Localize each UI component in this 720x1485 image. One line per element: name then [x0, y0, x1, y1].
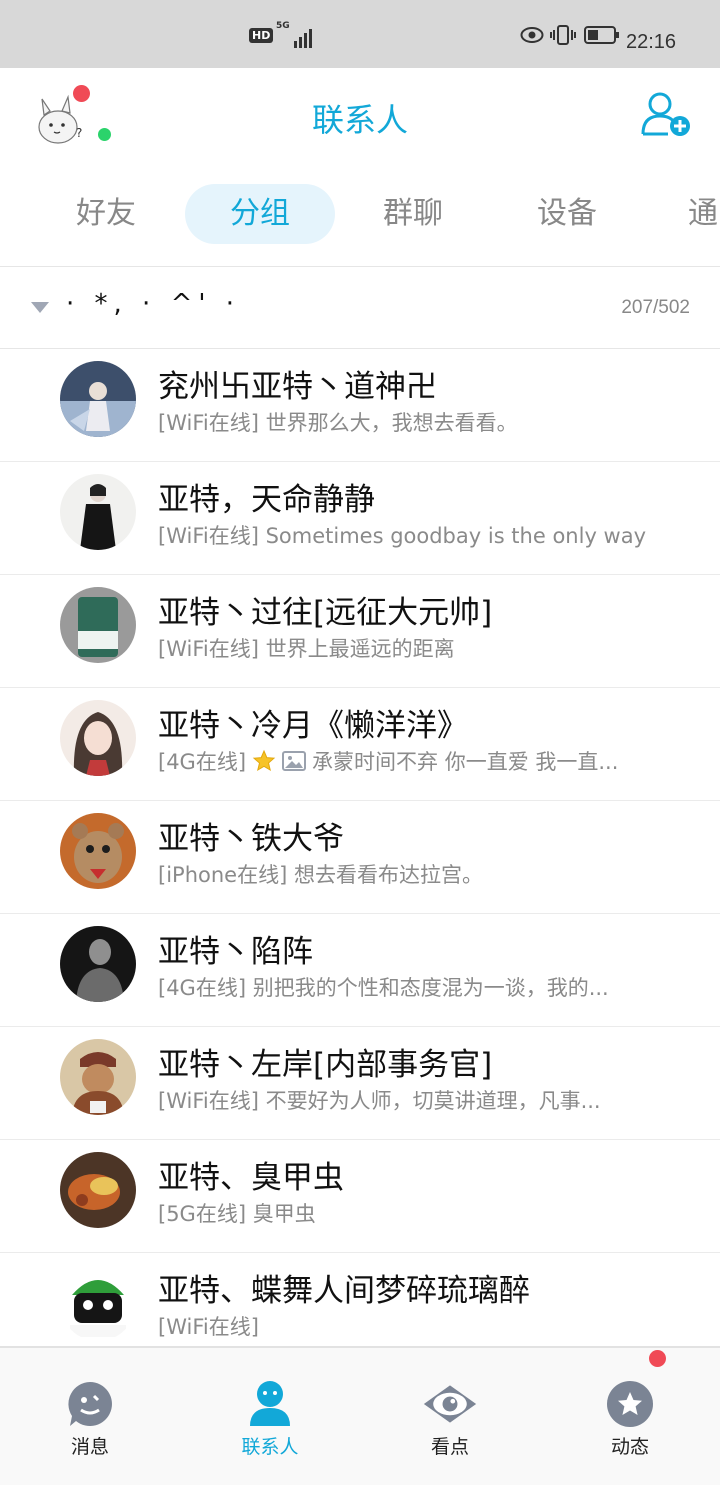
status-text: 承蒙时间不弃 你一直爱 我一直...	[312, 750, 619, 774]
contact-row[interactable]: 亚特丶铁大爷 [iPhone在线] 想去看看布达拉宫。	[0, 801, 720, 914]
nav-label: 看点	[430, 1436, 469, 1458]
battery-icon	[584, 22, 620, 48]
signal-icon: 5G	[276, 22, 312, 48]
moments-badge	[649, 1350, 666, 1367]
status-text: [WiFi在线] Sometimes goodbay is the only w…	[158, 524, 647, 548]
image-icon	[282, 750, 307, 772]
group-online-count: 207/502	[621, 297, 690, 318]
avatar[interactable]	[60, 361, 136, 437]
status-text: [WiFi在线] 世界上最遥远的距离	[158, 637, 455, 661]
contact-row[interactable]: 亚特丶过往[远征大元帅] [WiFi在线] 世界上最遥远的距离	[0, 575, 720, 688]
bottom-navigation: 消息 联系人 看点 动态	[0, 1346, 720, 1485]
vibrate-icon	[550, 22, 576, 48]
avatar[interactable]	[60, 1265, 136, 1341]
eye-icon	[423, 1380, 477, 1428]
contact-name: 亚特丶左岸[内部事务官]	[158, 1047, 493, 1083]
contact-name: 亚特、臭甲虫	[158, 1160, 344, 1196]
avatar[interactable]	[60, 926, 136, 1002]
status-prefix: [4G在线]	[158, 750, 247, 774]
contact-status: [4G在线] 别把我的个性和态度混为一谈，我的...	[158, 972, 688, 1002]
contact-row[interactable]: 兖州卐亚特丶道神卍 [WiFi在线] 世界那么大，我想去看看。	[0, 349, 720, 462]
contact-row[interactable]: 亚特丶冷月《懒洋洋》 [4G在线] 承蒙时间不弃 你一直爱 我一直...	[0, 688, 720, 801]
contact-row[interactable]: 亚特，天命静静 [WiFi在线] Sometimes goodbay is th…	[0, 462, 720, 575]
tab-more[interactable]: 通	[688, 184, 720, 244]
nav-moments[interactable]: 动态	[570, 1348, 690, 1485]
contact-status: [WiFi在线]	[158, 1311, 688, 1341]
contact-row[interactable]: 亚特丶左岸[内部事务官] [WiFi在线] 不要好为人师，切莫讲道理，凡事...	[0, 1027, 720, 1140]
tab-groups[interactable]: 分组	[185, 184, 335, 244]
clock: 22:16	[626, 30, 677, 53]
hd-icon: HD	[249, 22, 274, 48]
contact-status: [WiFi在线] Sometimes goodbay is the only w…	[158, 520, 688, 550]
contact-status: [WiFi在线] 不要好为人师，切莫讲道理，凡事...	[158, 1085, 688, 1115]
message-icon	[66, 1380, 114, 1428]
status-text: [WiFi在线]	[158, 1315, 259, 1339]
nav-label: 消息	[70, 1436, 109, 1458]
contacts-icon	[246, 1380, 294, 1428]
status-text: [4G在线] 别把我的个性和态度混为一谈，我的...	[158, 976, 609, 1000]
status-text: [iPhone在线] 想去看看布达拉宫。	[158, 863, 483, 887]
contact-name: 亚特，天命静静	[158, 482, 375, 518]
nav-contacts[interactable]: 联系人	[210, 1348, 330, 1485]
eye-comfort-icon	[520, 22, 544, 48]
contact-row[interactable]: 亚特丶陷阵 [4G在线] 别把我的个性和态度混为一谈，我的...	[0, 914, 720, 1027]
network-type: 5G	[276, 21, 290, 31]
status-text: [WiFi在线] 世界那么大，我想去看看。	[158, 411, 518, 435]
hd-badge: HD	[249, 27, 274, 43]
contact-name: 亚特丶铁大爷	[158, 821, 344, 857]
avatar[interactable]	[60, 700, 136, 776]
add-contact-icon[interactable]	[640, 90, 692, 138]
contact-tabs: 好友 分组 群聊 设备 通	[0, 180, 720, 250]
status-text: [5G在线] 臭甲虫	[158, 1202, 316, 1226]
contact-row[interactable]: 亚特、臭甲虫 [5G在线] 臭甲虫	[0, 1140, 720, 1253]
nav-label: 联系人	[241, 1436, 299, 1458]
contact-status: [WiFi在线] 世界上最遥远的距离	[158, 633, 688, 663]
avatar[interactable]	[60, 1039, 136, 1115]
status-bar: HD 5G 22:16	[0, 0, 720, 68]
nav-messages[interactable]: 消息	[30, 1348, 150, 1485]
contact-name: 亚特、蝶舞人间梦碎琉璃醉	[158, 1273, 530, 1309]
star-icon	[606, 1380, 654, 1428]
avatar[interactable]	[60, 474, 136, 550]
contact-name: 亚特丶陷阵	[158, 934, 313, 970]
contact-status: [5G在线] 臭甲虫	[158, 1198, 688, 1228]
nav-discover[interactable]: 看点	[390, 1348, 510, 1485]
status-text: [WiFi在线] 不要好为人师，切莫讲道理，凡事...	[158, 1089, 601, 1113]
avatar[interactable]	[60, 813, 136, 889]
collapse-triangle-icon[interactable]	[31, 302, 49, 313]
star-badge-icon	[252, 749, 276, 773]
contact-name: 亚特丶过往[远征大元帅]	[158, 595, 493, 631]
tab-friends[interactable]: 好友	[56, 184, 156, 244]
tab-group-chats[interactable]: 群聊	[363, 184, 463, 244]
avatar[interactable]	[60, 587, 136, 663]
tab-devices[interactable]: 设备	[517, 184, 617, 244]
nav-label: 动态	[610, 1436, 649, 1458]
contact-status: [iPhone在线] 想去看看布达拉宫。	[158, 859, 688, 889]
group-name: · *, · ^' ·	[66, 289, 241, 319]
contact-name: 兖州卐亚特丶道神卍	[158, 369, 437, 405]
contact-status: [WiFi在线] 世界那么大，我想去看看。	[158, 407, 688, 437]
group-header[interactable]: · *, · ^' · 207/502	[0, 267, 720, 349]
avatar[interactable]	[60, 1152, 136, 1228]
contact-status: [4G在线] 承蒙时间不弃 你一直爱 我一直...	[158, 746, 688, 776]
page-title: 联系人	[311, 101, 408, 139]
contact-name: 亚特丶冷月《懒洋洋》	[158, 708, 468, 744]
